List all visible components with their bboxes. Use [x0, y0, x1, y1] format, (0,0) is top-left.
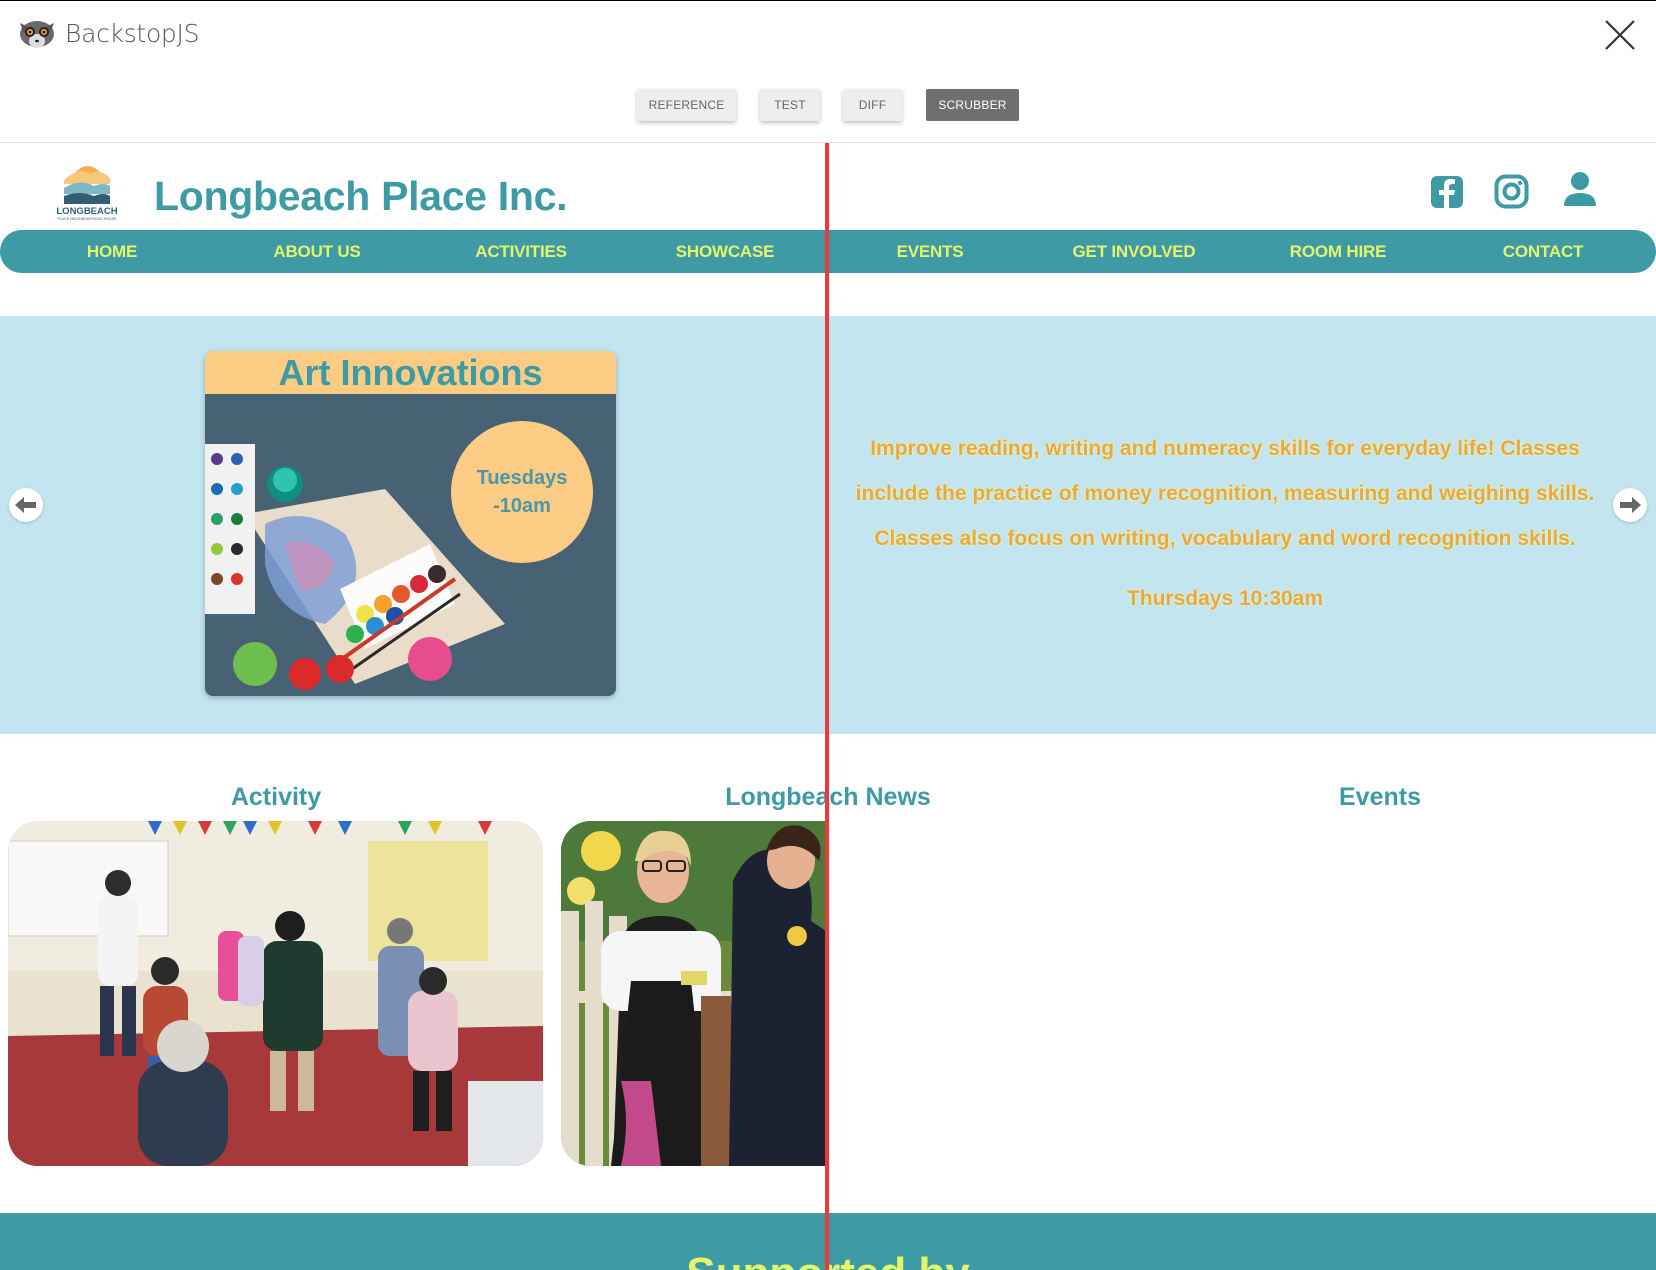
activity-heading: Activity [230, 783, 322, 811]
instagram-icon[interactable] [1494, 171, 1530, 211]
nav-contact[interactable]: CONTACT [1503, 230, 1584, 273]
arrow-right-icon [1620, 497, 1641, 513]
user-icon[interactable] [1562, 171, 1598, 211]
backstop-header: BackstopJS REFERENCE TEST DIFF SCRUBBER [0, 1, 1656, 143]
nav-about-us[interactable]: ABOUT US [273, 230, 360, 273]
longbeach-logo[interactable]: LONGBEACH PLACE NEIGHBOURHOOD HOUSE [50, 156, 124, 222]
scrubber-divider-handle[interactable] [825, 143, 829, 1270]
tab-scrubber[interactable]: SCRUBBER [926, 89, 1019, 121]
nav-events[interactable]: EVENTS [897, 230, 964, 273]
site-title[interactable]: Longbeach Place Inc. [154, 173, 568, 220]
logo-tagline: PLACE NEIGHBOURHOOD HOUSE [57, 217, 117, 221]
card-title: Art Innovations [205, 351, 616, 394]
schedule-badge: Tuesdays -10am [451, 421, 593, 563]
nav-activities[interactable]: ACTIVITIES [475, 230, 567, 273]
badge-day: Tuesdays [476, 467, 568, 489]
activity-photo[interactable] [8, 821, 543, 1166]
slider-prev-button[interactable] [9, 488, 43, 522]
facebook-icon[interactable] [1430, 171, 1464, 211]
activity-class-image [8, 821, 543, 1166]
news-photo[interactable] [561, 821, 826, 1166]
news-volunteers-image [561, 821, 826, 1166]
arrow-left-icon [15, 497, 36, 513]
hero-time: Thursdays 10:30am [1126, 587, 1324, 610]
slider-next-button[interactable] [1613, 488, 1647, 522]
tab-diff[interactable]: DIFF [843, 89, 902, 121]
nav-home[interactable]: HOME [87, 230, 137, 273]
test-side-blank-area [826, 816, 1656, 1176]
logo-wordmark: LONGBEACH [56, 206, 117, 217]
view-mode-tabs: REFERENCE TEST DIFF SCRUBBER [0, 89, 1656, 121]
nav-get-involved[interactable]: GET INVOLVED [1073, 230, 1196, 273]
hero-description: Improve reading, writing and numeracy sk… [855, 437, 1595, 550]
badge-time: -10am [493, 495, 551, 517]
nav-room-hire[interactable]: ROOM HIRE [1290, 230, 1387, 273]
app-title: BackstopJS [65, 19, 200, 48]
nav-showcase[interactable]: SHOWCASE [676, 230, 775, 273]
lemur-logo-icon [20, 21, 54, 48]
close-icon[interactable] [1604, 19, 1636, 51]
activity-card[interactable]: Art Innovations Tuesdays -10am [205, 351, 616, 696]
tab-test[interactable]: TEST [760, 89, 820, 121]
tab-reference[interactable]: REFERENCE [637, 89, 736, 121]
events-heading: Events [1339, 783, 1421, 811]
